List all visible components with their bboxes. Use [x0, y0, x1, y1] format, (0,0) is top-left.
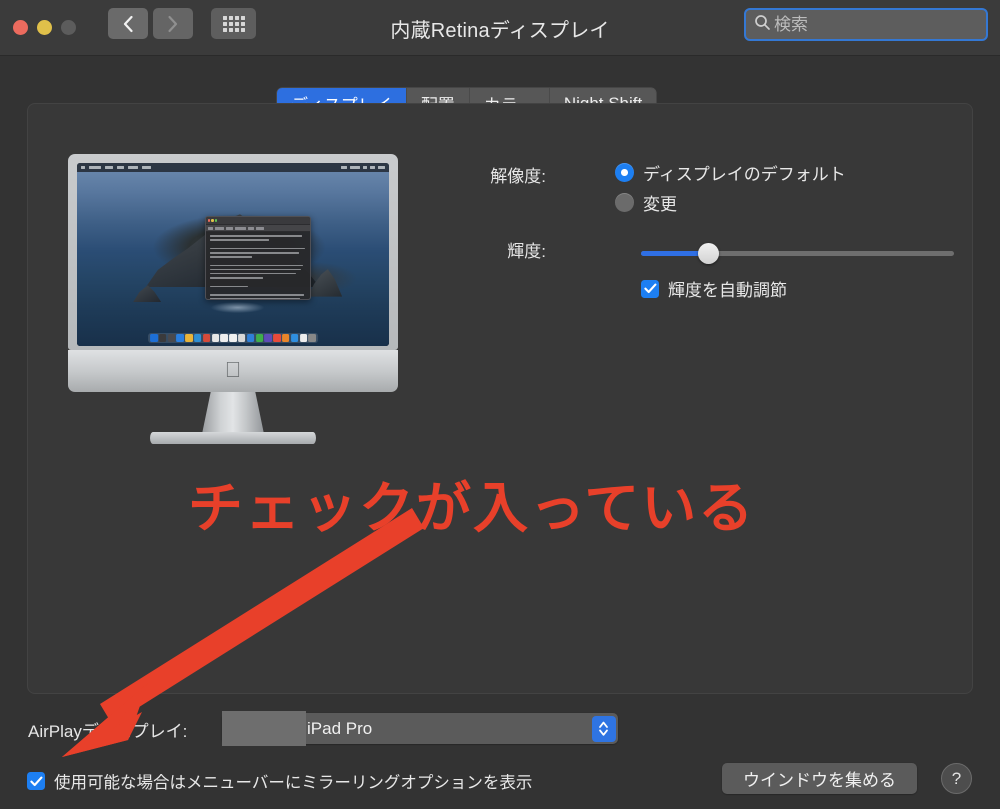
imac-bezel — [68, 154, 398, 350]
preview-window-toolbar — [205, 225, 310, 233]
display-settings-panel:  解像度: ディスプレイのデフォルト 変更 輝度: 輝度を自動調節 — [27, 103, 973, 694]
close-button-icon[interactable] — [13, 20, 28, 35]
imac-stand-neck — [202, 392, 264, 434]
help-button[interactable]: ? — [941, 763, 972, 794]
imac-chin:  — [68, 350, 398, 392]
radio-button-unselected-icon[interactable] — [615, 193, 634, 212]
checkbox-checked-icon[interactable] — [641, 279, 659, 298]
grid-icon — [222, 15, 245, 32]
brightness-label: 輝度: — [507, 242, 546, 261]
imac-screen — [77, 163, 389, 346]
mirroring-options-label: 使用可能な場合はメニューバーにミラーリングオプションを表示 — [54, 774, 533, 792]
resolution-option-default-label: ディスプレイのデフォルト — [643, 165, 846, 184]
traffic-lights — [13, 20, 76, 35]
wallpaper-foam — [211, 302, 265, 314]
window-titlebar: 内蔵Retinaディスプレイ — [0, 0, 1000, 56]
auto-brightness-label: 輝度を自動調節 — [668, 281, 787, 300]
radio-button-selected-icon[interactable] — [615, 163, 634, 182]
brightness-slider[interactable] — [641, 243, 954, 264]
zoom-button-icon — [61, 20, 76, 35]
search-field[interactable] — [744, 8, 995, 41]
chevron-up-down-icon[interactable] — [591, 715, 616, 742]
mirroring-options-row[interactable]: 使用可能な場合はメニューバーにミラーリングオプションを表示 — [27, 769, 532, 793]
chevron-right-icon — [167, 15, 179, 33]
forward-button — [153, 8, 193, 39]
navigation-buttons — [108, 8, 193, 39]
preview-text-window — [204, 216, 311, 301]
preview-window-text — [206, 232, 310, 300]
resolution-option-scaled-label: 変更 — [643, 195, 677, 214]
airplay-display-value: iPad Pro — [307, 718, 373, 738]
preview-menubar — [77, 163, 389, 172]
slider-knob[interactable] — [698, 243, 719, 264]
preview-dock — [148, 333, 318, 343]
redaction-overlay — [222, 711, 306, 746]
airplay-display-label: AirPlayディスプレイ: — [28, 722, 188, 741]
imac-preview-image:  — [68, 154, 398, 444]
resolution-option-default[interactable]: ディスプレイのデフォルト — [615, 160, 846, 185]
preferences-window: 内蔵Retinaディスプレイ ディスプレイ 配置 カラー Night Shift — [0, 0, 1000, 809]
resolution-option-scaled[interactable]: 変更 — [615, 190, 677, 215]
preview-window-titlebar — [205, 217, 310, 226]
search-icon — [754, 14, 771, 36]
search-input[interactable] — [774, 10, 995, 39]
checkbox-checked-icon[interactable] — [27, 772, 45, 790]
chevron-left-icon — [122, 15, 134, 33]
apple-logo-icon:  — [225, 359, 242, 381]
back-button[interactable] — [108, 8, 148, 39]
resolution-label: 解像度: — [490, 167, 546, 186]
auto-brightness-row[interactable]: 輝度を自動調節 — [641, 276, 787, 301]
imac-stand-base — [150, 432, 316, 444]
gather-windows-button[interactable]: ウインドウを集める — [722, 763, 917, 794]
minimize-button-icon[interactable] — [37, 20, 52, 35]
show-all-button[interactable] — [211, 8, 256, 39]
